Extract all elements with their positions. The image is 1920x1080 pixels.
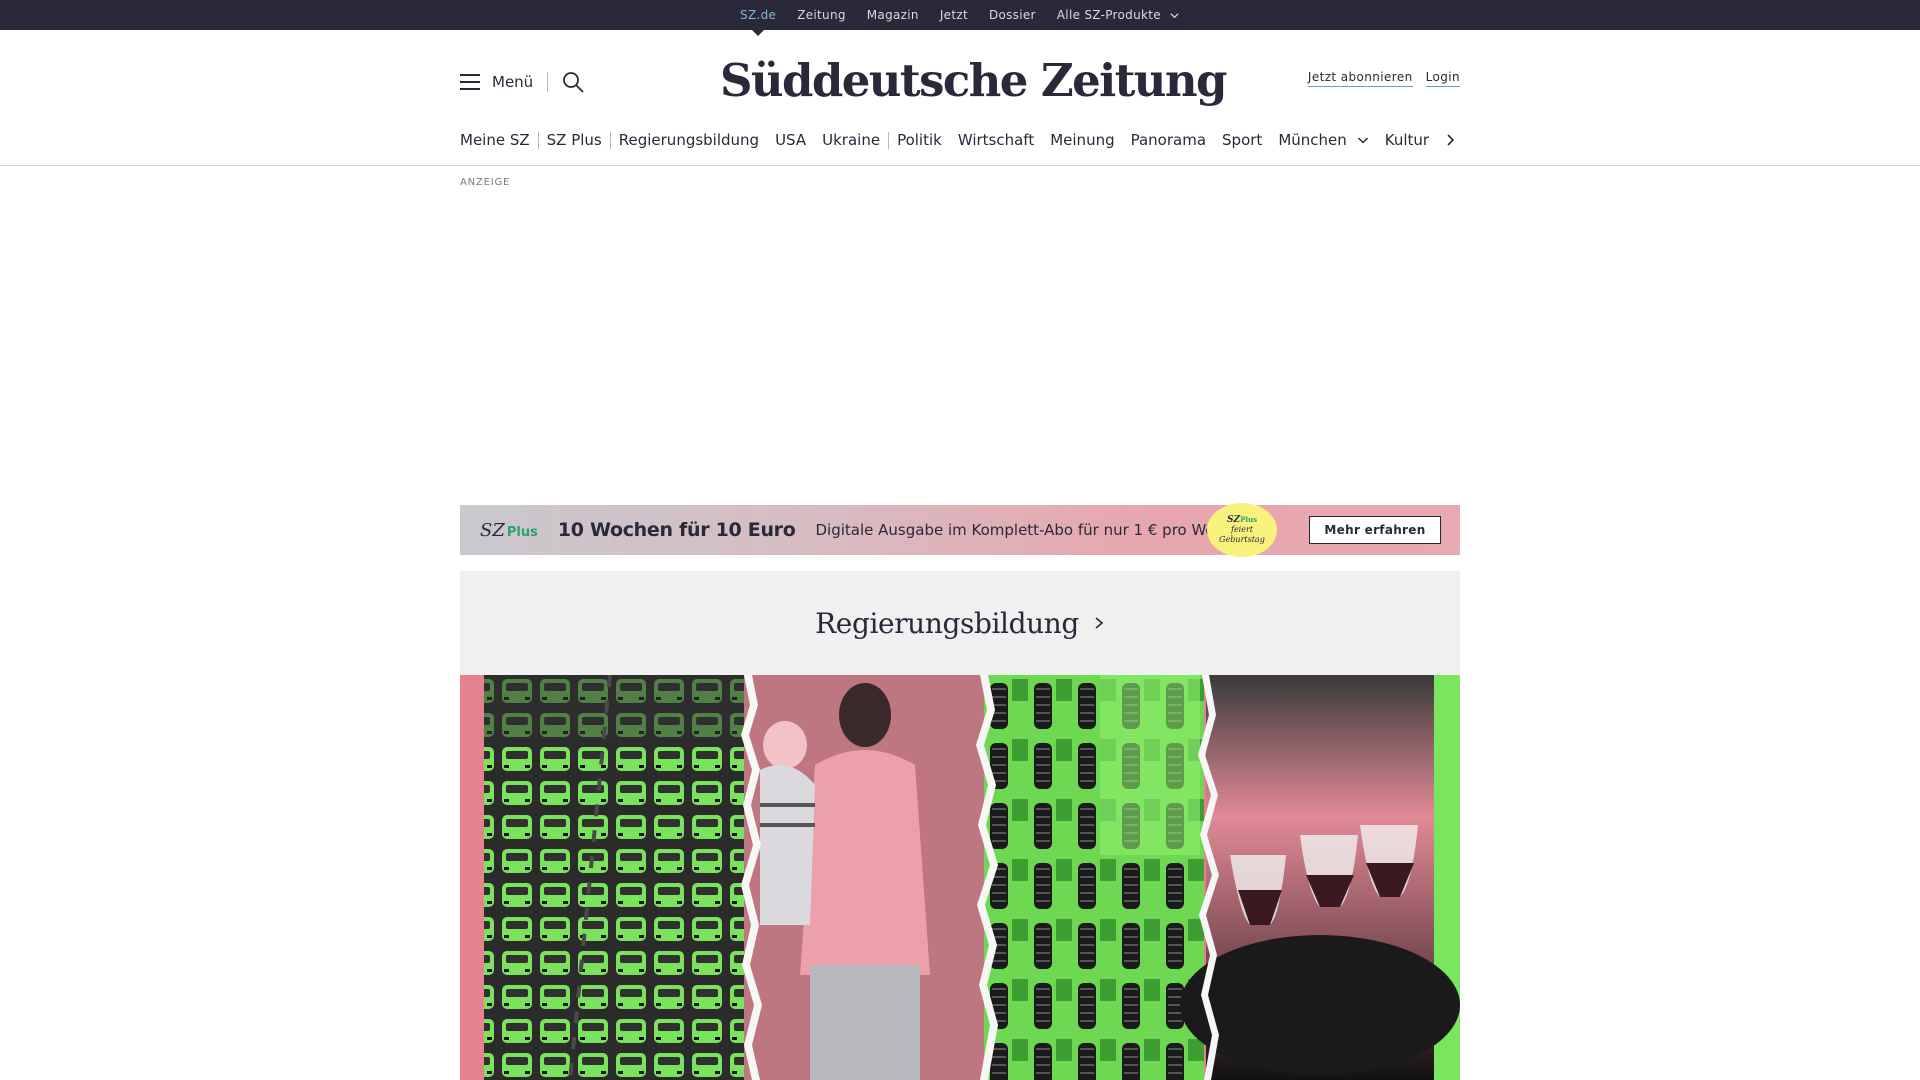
- birthday-badge-line2: feiert: [1230, 525, 1254, 534]
- all-products-label: Alle SZ-Produkte: [1056, 8, 1161, 22]
- sz-plus-logo-sz: SZ: [480, 519, 505, 541]
- menu-button[interactable]: Menü: [460, 73, 533, 91]
- subscribe-link[interactable]: Jetzt abonnieren: [1307, 70, 1413, 87]
- chevron-right-icon: [1447, 134, 1455, 146]
- header-left-controls: Menü: [460, 70, 584, 94]
- nav-item-politik[interactable]: Politik: [889, 131, 950, 149]
- menu-label: Menü: [492, 73, 534, 91]
- ad-label: ANZEIGE: [460, 177, 511, 188]
- sz-plus-logo: SZ Plus: [480, 520, 538, 541]
- product-link-all-products[interactable]: Alle SZ-Produkte: [1057, 0, 1180, 30]
- birthday-badge-logo: SZPlus: [1227, 515, 1257, 525]
- site-header: Menü Süddeutsche Zeitung Jetzt abonniere…: [0, 30, 1920, 166]
- birthday-badge: SZPlus feiert Geburtstag: [1207, 503, 1277, 557]
- nav-item-usa[interactable]: USA: [767, 131, 814, 149]
- login-link[interactable]: Login: [1425, 70, 1460, 87]
- nav-item-kultur[interactable]: Kultur: [1377, 131, 1437, 149]
- header-divider: [547, 72, 549, 92]
- chevron-right-icon: [1095, 617, 1104, 629]
- sz-logo[interactable]: Süddeutsche Zeitung: [720, 46, 1227, 116]
- hamburger-icon: [460, 74, 480, 90]
- birthday-badge-plus: Plus: [1240, 515, 1258, 524]
- topic-link[interactable]: Regierungsbildung: [815, 607, 1105, 640]
- promo-headline: 10 Wochen für 10 Euro: [557, 519, 796, 541]
- nav-item-wirtschaft[interactable]: Wirtschaft: [950, 131, 1042, 149]
- nav-item-muenchen-label: München: [1278, 131, 1347, 149]
- sz-plus-logo-plus: Plus: [506, 524, 538, 540]
- product-bar: SZ.de Zeitung Magazin Jetzt Dossier Alle…: [0, 0, 1920, 36]
- nav-item-panorama[interactable]: Panorama: [1123, 131, 1214, 149]
- nav-scroll-right-button[interactable]: [1442, 130, 1460, 150]
- product-link-dossier[interactable]: Dossier: [989, 0, 1036, 30]
- nav-item-meinung[interactable]: Meinung: [1042, 131, 1122, 149]
- product-link-magazin[interactable]: Magazin: [867, 0, 919, 30]
- topic-section-header: Regierungsbildung: [460, 571, 1460, 675]
- product-link-zeitung[interactable]: Zeitung: [797, 0, 846, 30]
- sz-plus-promo-banner[interactable]: SZ Plus 10 Wochen für 10 Euro Digitale A…: [460, 503, 1460, 557]
- chevron-down-icon: [1169, 10, 1180, 21]
- product-link-jetzt[interactable]: Jetzt: [940, 0, 968, 30]
- search-icon: [563, 72, 584, 93]
- chevron-down-icon: [1357, 137, 1368, 144]
- birthday-badge-sz: SZ: [1226, 515, 1241, 525]
- main-navigation: Meine SZ SZ Plus Regierungsbildung USA U…: [460, 126, 1460, 154]
- nav-item-muenchen[interactable]: München: [1270, 131, 1376, 149]
- birthday-badge-line3: Geburtstag: [1219, 535, 1265, 544]
- topic-title: Regierungsbildung: [815, 606, 1079, 640]
- nav-item-sport[interactable]: Sport: [1214, 131, 1270, 149]
- topic-teaser-collage-image[interactable]: [460, 675, 1460, 1080]
- nav-item-ukraine[interactable]: Ukraine: [814, 131, 888, 149]
- nav-item-regierungsbildung[interactable]: Regierungsbildung: [611, 131, 767, 149]
- promo-text: Digitale Ausgabe im Komplett-Abo für nur…: [815, 521, 1247, 539]
- header-account-links: Jetzt abonnieren Login: [1307, 70, 1460, 87]
- nav-item-meine-sz[interactable]: Meine SZ: [460, 131, 538, 149]
- nav-item-sz-plus[interactable]: SZ Plus: [539, 131, 610, 149]
- product-link-sz-de[interactable]: SZ.de: [740, 0, 776, 36]
- learn-more-button[interactable]: Mehr erfahren: [1309, 516, 1441, 544]
- search-button[interactable]: [562, 71, 584, 93]
